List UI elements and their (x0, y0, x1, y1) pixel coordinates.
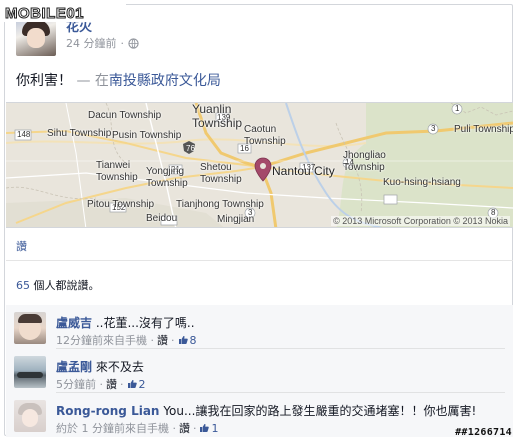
comment-text: 來不及去 (95, 360, 144, 374)
route-shield-1: 1 (455, 104, 460, 113)
svg-text:MOBILE01: MOBILE01 (5, 5, 84, 22)
post-location-link[interactable]: 南投縣政府文化局 (109, 73, 221, 89)
post-message: 你利害！ — 在南投縣政府文化局 (16, 70, 221, 90)
comment-time[interactable]: 5分鐘前 · (56, 376, 103, 392)
comment-item: Rong-rong Lian You...讓我在回家的路上發生嚴重的交通堵塞！！… (6, 393, 513, 437)
map-label-sihu: Sihu Township (47, 128, 112, 139)
map-label-beidou: Beidou (146, 213, 178, 224)
map-label-pusin: Pusin Township (112, 130, 182, 141)
likes-summary: 65 個人都說讚。 (16, 277, 100, 293)
thumbs-up-icon (178, 335, 188, 344)
post-time[interactable]: 24 分鐘前 (66, 35, 117, 51)
comment-body: 盧威吉 ..花董...沒有了嗎.. (56, 314, 195, 331)
watermark: ##1266714 (455, 427, 512, 438)
comment-like-count[interactable]: 2 (127, 378, 146, 391)
map-label-puli: Puli Township (454, 124, 513, 135)
map-label-shetou: Shetou (200, 162, 232, 173)
map-label-caotun: Caotun (244, 124, 277, 135)
commenter-avatar[interactable] (14, 356, 46, 388)
post-meta: 24 分鐘前 · (66, 35, 139, 51)
post-card: 花火 24 分鐘前 · 你利害！ — 在南投縣政府文化局 148 76 1 3 … (4, 4, 513, 437)
location-map[interactable]: 148 76 1 3 8 3 14 139 21 16 137 152 Yuan… (6, 102, 513, 228)
map-label-dacun: Dacun Township (88, 110, 162, 121)
map-label-jhongliao-township: Township (343, 162, 385, 173)
comment-meta: 約於 1 分鐘前來自手機 · 讚 · 1 (56, 420, 219, 436)
like-link[interactable]: 讚 (16, 238, 27, 254)
thumbs-up-icon (127, 379, 137, 388)
post-message-text: 你利害！ (16, 73, 72, 89)
map-label-yuanlin-township: Township (192, 116, 243, 130)
comment-text: You...讓我在回家的路上發生嚴重的交通堵塞！！你也厲害! (163, 404, 477, 418)
map-label-tianjhong: Tianjhong Township (176, 199, 264, 210)
comment-like-button[interactable]: 讚 (179, 420, 190, 436)
globe-icon (128, 37, 139, 49)
comment-body: Rong-rong Lian You...讓我在回家的路上發生嚴重的交通堵塞！！… (56, 402, 476, 419)
comment-meta: 12分鐘前來自手機 · 讚 · 8 (56, 332, 197, 348)
commenter-name[interactable]: 盧孟剛 (56, 360, 92, 374)
divider (6, 260, 513, 261)
comment-text: ..花董...沒有了嗎.. (95, 316, 195, 330)
commenter-name[interactable]: 盧威吉 (56, 316, 92, 330)
comment-item: 盧孟剛 來不及去 5分鐘前 · 讚 · 2 (6, 349, 513, 393)
map-label-mingjian: Mingjian (217, 214, 255, 225)
map-copyright: © 2013 Microsoft Corporation © 2013 Noki… (331, 216, 510, 226)
commenter-avatar[interactable] (14, 312, 46, 344)
comment-like-button[interactable]: 讚 (157, 332, 168, 348)
commenter-avatar[interactable] (14, 400, 46, 432)
map-label-kuo-hsing-hsiang: Kuo-hsing-hsiang (383, 177, 461, 188)
map-label-tianwei: Tianwei (96, 160, 131, 171)
commenter-name[interactable]: Rong-rong Lian (56, 404, 159, 418)
map-label-jhongliao: Jhongliao (343, 150, 386, 161)
map-label-yongjing: Yongjing (146, 166, 185, 177)
comment-like-count[interactable]: 8 (178, 334, 197, 347)
map-label-tianwei-township: Township (96, 172, 138, 183)
likes-count[interactable]: 65 (16, 279, 30, 292)
comment-time[interactable]: 12分鐘前來自手機 · (56, 332, 154, 348)
route-shield-76: 76 (186, 144, 195, 153)
mobile01-logo: MOBILE01 (4, 4, 126, 23)
comment-time[interactable]: 約於 1 分鐘前來自手機 · (56, 420, 176, 436)
map-label-caotun-township: Township (244, 136, 286, 147)
map-label-nantou-city: Nantou City (272, 164, 335, 178)
map-label-pitou: Pitou Township (87, 199, 155, 210)
route-shield-3: 3 (431, 124, 436, 133)
comment-meta: 5分鐘前 · 讚 · 2 (56, 376, 146, 392)
likes-suffix: 個人都說讚。 (30, 279, 100, 292)
comment-like-count[interactable]: 1 (199, 422, 218, 435)
route-shield-148: 148 (17, 130, 31, 139)
map-label-shetou-township: Township (200, 174, 242, 185)
map-label-yongjing-township: Township (146, 178, 188, 189)
comment-item: 盧威吉 ..花董...沒有了嗎.. 12分鐘前來自手機 · 讚 · 8 (6, 305, 513, 349)
post-location-separator: — 在 (76, 73, 109, 89)
thumbs-up-icon (200, 423, 210, 432)
comment-like-button[interactable]: 讚 (106, 376, 117, 392)
comment-body: 盧孟剛 來不及去 (56, 358, 144, 375)
map-label-yuanlin: Yuanlin (192, 102, 232, 116)
